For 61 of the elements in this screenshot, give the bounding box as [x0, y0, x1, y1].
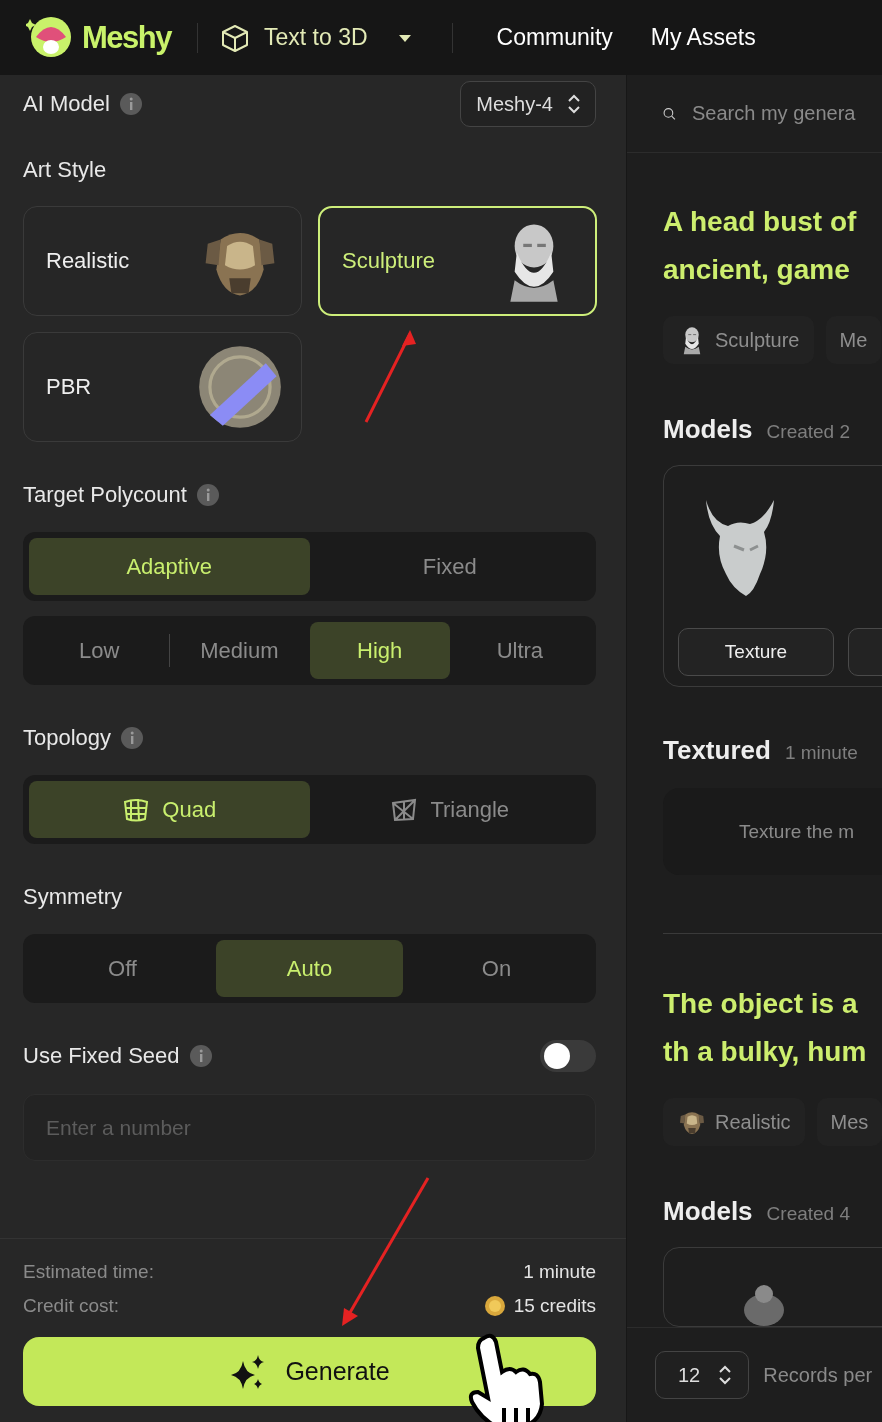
grid-icon [122, 796, 151, 823]
section-title: Models [663, 414, 753, 445]
segment-option[interactable]: Adaptive [29, 538, 310, 595]
section-meta: Created 2 [766, 421, 851, 443]
segment-option[interactable]: Low [29, 622, 170, 679]
nav-link[interactable]: My Assets [650, 24, 756, 51]
segment-option[interactable]: Off [29, 940, 216, 997]
toggle-switch[interactable] [540, 1040, 596, 1072]
section-label: Use Fixed Seed [23, 1043, 180, 1069]
info-icon [189, 1045, 212, 1067]
segment-option[interactable]: Auto [216, 940, 403, 997]
caret-icon [397, 32, 412, 43]
tag-chip[interactable]: Me [825, 316, 882, 364]
info-icon [196, 484, 219, 506]
section-title: Textured [663, 735, 771, 767]
section-meta: Created 4 [766, 1203, 851, 1225]
segment-option[interactable]: Fixed [309, 538, 590, 595]
segment-option[interactable]: Ultra [449, 622, 590, 679]
triangle-mesh-icon [390, 796, 419, 823]
seed-input[interactable]: Enter a number [23, 1094, 596, 1161]
info-value: 1 minute [523, 1261, 596, 1283]
info-label: Credit cost: [23, 1295, 120, 1317]
segment-option[interactable]: Triangle [309, 781, 590, 838]
info-value: 15 credits [513, 1295, 596, 1317]
tag-chip[interactable]: Sculpture [663, 316, 814, 364]
art-style-card[interactable]: Sculpture [318, 206, 597, 316]
texture-hint: Texture the m [663, 788, 882, 876]
section-label: AI Model [23, 91, 110, 117]
section-label: Topology [23, 725, 112, 751]
prompt-text: The object is a th a bulky, hum [663, 987, 868, 1069]
segment-option[interactable]: High [309, 622, 450, 679]
search-field[interactable]: Search my genera [692, 102, 882, 125]
tag-chip[interactable]: Mes [816, 1098, 882, 1146]
texture-button[interactable]: Texture [678, 628, 834, 677]
prompt-text: A head bust of ancient, game [663, 205, 858, 287]
model-card[interactable]: Texture [663, 465, 882, 688]
generate-button[interactable]: Generate [23, 1337, 596, 1406]
brand-name[interactable]: Meshy [82, 17, 171, 58]
section-label: Target Polycount [23, 482, 187, 508]
tag-chip[interactable]: Realistic [663, 1098, 805, 1146]
info-icon [121, 727, 144, 749]
coin-icon [483, 1295, 506, 1317]
page-size-select[interactable]: 12 [655, 1351, 750, 1399]
segment-option[interactable]: On [403, 940, 590, 997]
mode-dropdown[interactable]: Text to 3D [220, 22, 430, 53]
info-label: Estimated time: [23, 1261, 154, 1283]
art-style-card[interactable]: Realistic [23, 206, 302, 316]
nav-link[interactable]: Community [496, 24, 613, 51]
art-style-card[interactable]: PBR [23, 332, 302, 442]
segment-option[interactable]: Medium [169, 622, 310, 679]
segment-option[interactable]: Quad [29, 781, 310, 838]
section-label: Art Style [23, 157, 107, 183]
records-label: Records per [763, 1363, 873, 1387]
cube-icon [220, 22, 250, 53]
section-meta: 1 minute [784, 742, 858, 765]
info-icon [119, 93, 142, 115]
section-title: Models [663, 1196, 753, 1227]
model-select[interactable]: Meshy-4 [460, 81, 596, 127]
up-down-chevron-icon [718, 1364, 733, 1386]
up-down-chevron-icon [567, 93, 581, 115]
section-label: Symmetry [23, 884, 122, 910]
